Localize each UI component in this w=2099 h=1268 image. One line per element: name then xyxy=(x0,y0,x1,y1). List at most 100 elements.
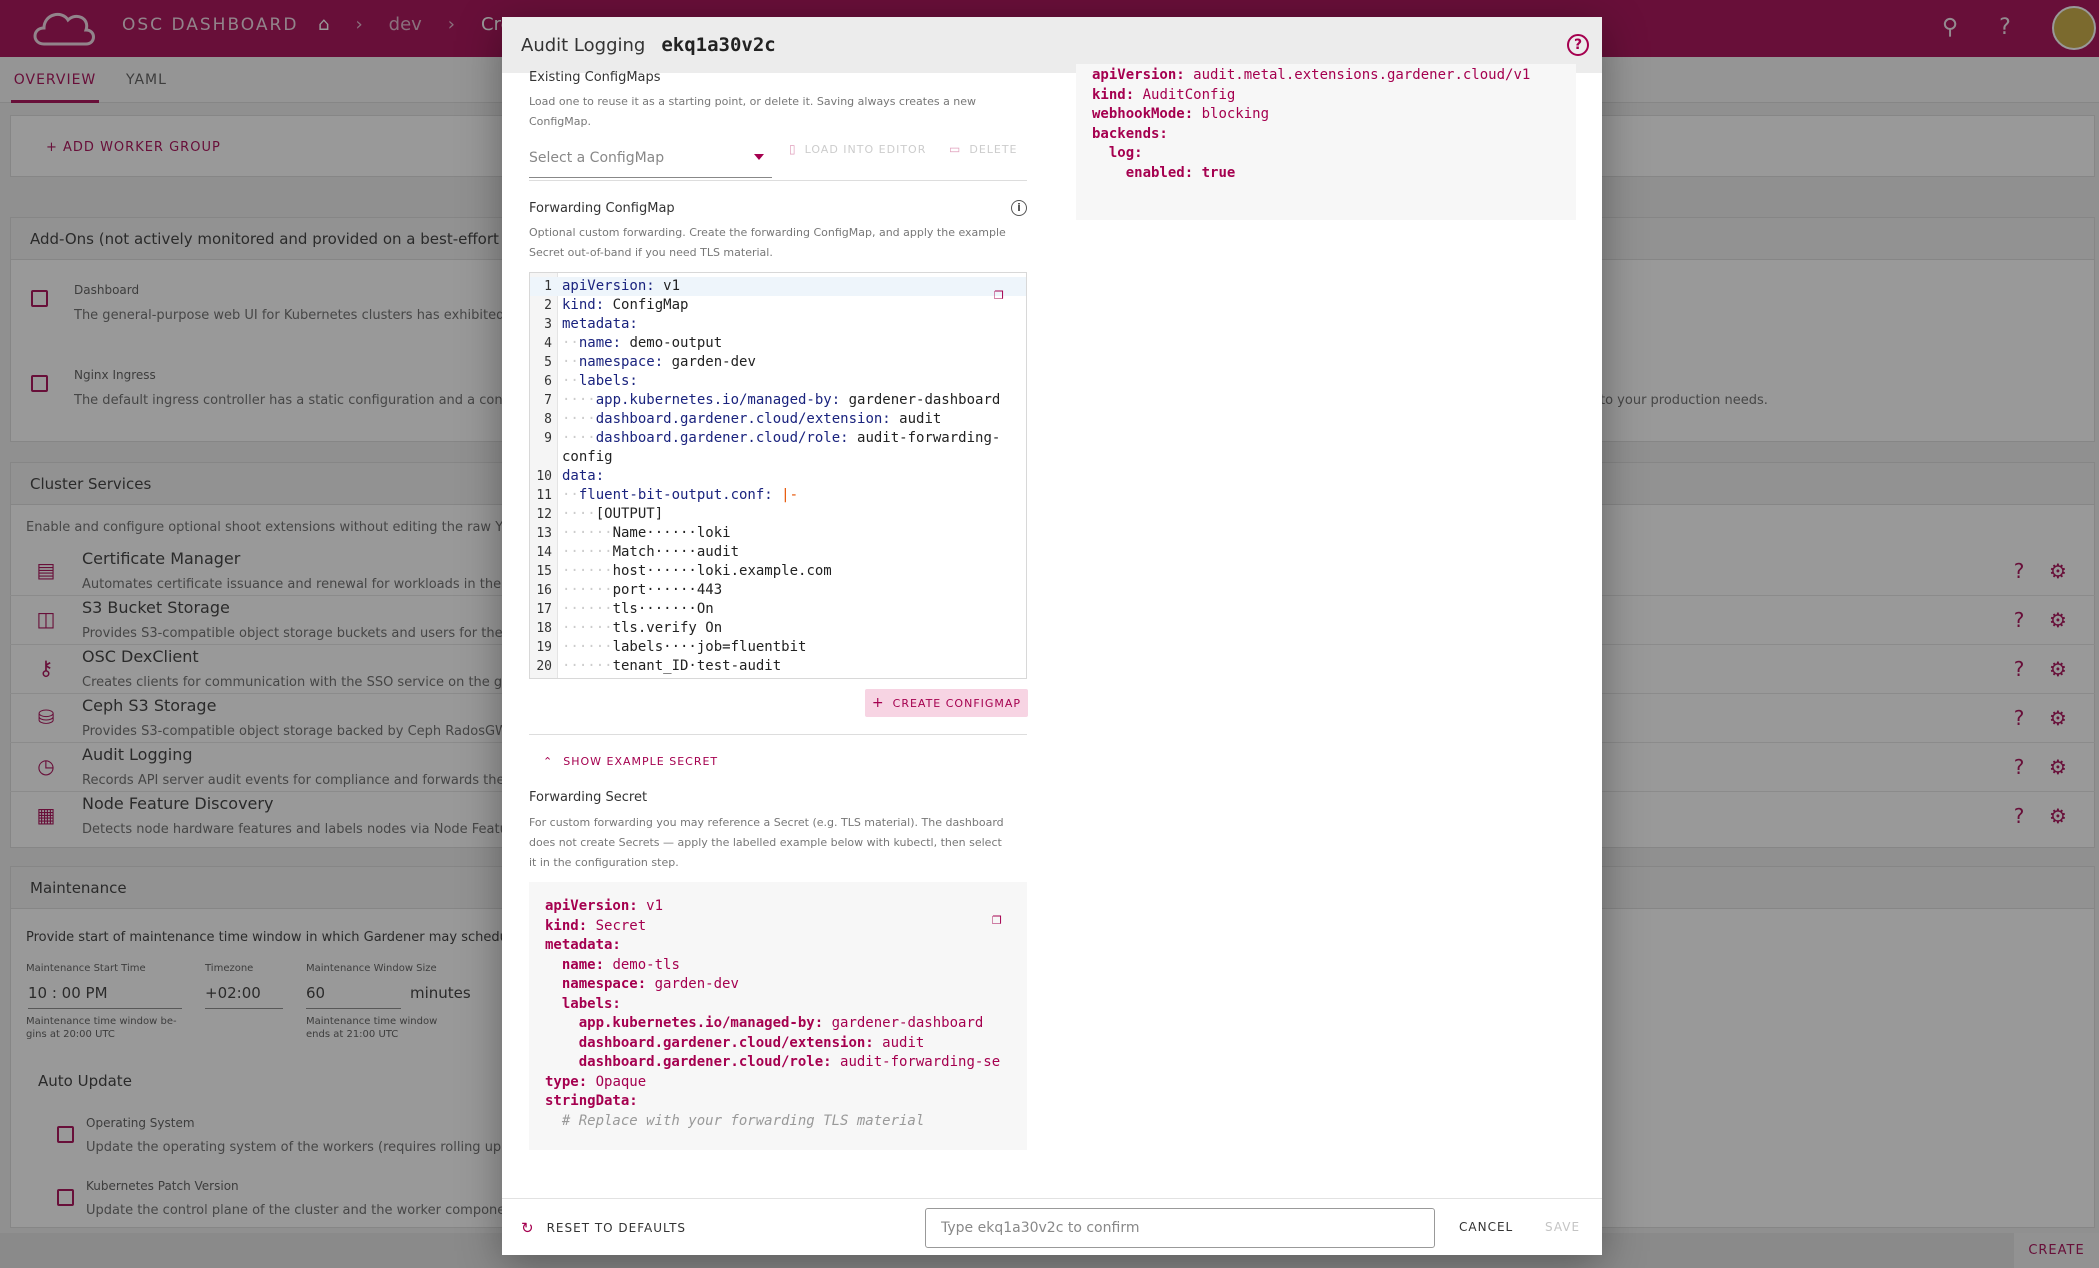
editor-line[interactable]: 11 ··fluent-bit-output.conf: |- xyxy=(530,486,1026,505)
editor-line[interactable]: 8 ····dashboard.gardener.cloud/extension:… xyxy=(530,410,1026,429)
yaml-value: audit xyxy=(890,411,942,427)
code-text: ··fluent-bit-output.conf: |- xyxy=(562,486,798,505)
save-button[interactable]: SAVE xyxy=(1545,1220,1580,1234)
editor-line[interactable]: 9 ····dashboard.gardener.cloud/role: audi… xyxy=(530,429,1026,448)
configmap-select[interactable]: Select a ConfigMap xyxy=(529,138,772,178)
line-number: 4 xyxy=(544,336,552,351)
indent-guide: ······ xyxy=(562,658,613,674)
show-example-secret-toggle[interactable]: ⌃ SHOW EXAMPLE SECRET xyxy=(543,755,718,768)
editor-line[interactable]: 2 kind: ConfigMap xyxy=(530,296,1026,315)
plus-icon: + xyxy=(871,695,885,711)
create-configmap-label: CREATE CONFIGMAP xyxy=(892,696,1022,710)
configmap-select-placeholder: Select a ConfigMap xyxy=(529,150,665,166)
yaml-key: type: xyxy=(545,1073,588,1090)
editor-line[interactable]: 16 ······port······443 xyxy=(530,581,1026,600)
indent-guide: ······ xyxy=(562,544,613,560)
existing-configmaps-hint: Load one to reuse it as a starting point… xyxy=(529,95,977,128)
line-number: 8 xyxy=(544,412,552,427)
indent-guide: ······ xyxy=(562,601,613,617)
code-line: metadata: xyxy=(545,936,621,955)
yaml-value: true xyxy=(1193,164,1236,181)
line-number: 10 xyxy=(536,469,552,484)
line-number: 11 xyxy=(536,488,552,503)
line-number: 2 xyxy=(544,298,552,313)
cancel-button[interactable]: CANCEL xyxy=(1459,1220,1513,1234)
editor-line[interactable]: 19 ······labels····job=fluentbit xyxy=(530,638,1026,657)
line-number: 15 xyxy=(536,564,552,579)
editor-line[interactable]: 10 data: xyxy=(530,467,1026,486)
show-example-secret-label: SHOW EXAMPLE SECRET xyxy=(563,755,719,768)
yaml-key: name: xyxy=(561,956,605,973)
editor-line[interactable]: 15 ······host······loki.example.com xyxy=(530,562,1026,581)
help-icon[interactable]: ? xyxy=(1567,34,1589,56)
load-into-editor-button[interactable]: ▯ LOAD INTO EDITOR xyxy=(789,142,926,156)
editor-line[interactable]: 13 ······Name······loki xyxy=(530,524,1026,543)
code-text: apiVersion: v1 xyxy=(562,277,680,296)
code-text: ····dashboard.gardener.cloud/role: audit… xyxy=(562,429,1000,448)
editor-line[interactable]: 6 ··labels: xyxy=(530,372,1026,391)
delete-configmap-button[interactable]: ▭ DELETE xyxy=(949,142,1018,156)
indent-guide: ······ xyxy=(562,582,613,598)
code-line: app.kubernetes.io/managed-by: gardener-d… xyxy=(545,1014,984,1033)
yaml-value: tenant_ID·test-audit xyxy=(612,658,782,674)
yaml-value: demo-output xyxy=(621,335,723,351)
create-configmap-button[interactable]: + CREATE CONFIGMAP xyxy=(865,689,1028,717)
yaml-value: |- xyxy=(772,487,799,503)
yaml-key: data: xyxy=(562,468,605,484)
confirm-input[interactable] xyxy=(925,1208,1435,1248)
code-text: metadata: xyxy=(562,315,638,334)
info-icon[interactable]: i xyxy=(1011,200,1027,216)
dialog-title: Audit Logging xyxy=(521,34,646,56)
editor-line[interactable]: 14 ······Match·····audit xyxy=(530,543,1026,562)
forwarding-configmap-label: Forwarding ConfigMap xyxy=(529,201,675,216)
yaml-value: [OUTPUT] xyxy=(595,506,664,522)
code-line: backends: xyxy=(1092,125,1168,144)
yaml-value: garden-dev xyxy=(663,354,756,370)
editor-line[interactable]: 3 metadata: xyxy=(530,315,1026,334)
indent-guide: ······ xyxy=(562,620,613,636)
line-number: 7 xyxy=(544,393,552,408)
configmap-editor[interactable]: 1 apiVersion: v1 2 kind: ConfigMap 3 metadata… xyxy=(529,272,1027,679)
yaml-key: app.kubernetes.io/managed-by: xyxy=(595,392,841,408)
editor-line[interactable]: 18 ······tls.verify On xyxy=(530,619,1026,638)
copy-icon[interactable]: ❐ xyxy=(992,910,1008,928)
editor-line[interactable]: 1 apiVersion: v1 xyxy=(530,277,1026,296)
code-text: ······port······443 xyxy=(562,581,722,600)
code-text: ······labels····job=fluentbit xyxy=(562,638,806,657)
yaml-value: host······loki.example.com xyxy=(612,563,832,579)
forwarding-configmap-hint: Optional custom forwarding. Create the f… xyxy=(529,226,1006,259)
code-text: ··labels: xyxy=(562,372,638,391)
code-text: ······tls·······On xyxy=(562,600,714,619)
yaml-value: Opaque xyxy=(587,1073,647,1090)
yaml-value: v1 xyxy=(654,278,681,294)
yaml-value: ConfigMap xyxy=(604,297,689,313)
code-line: kind: Secret xyxy=(545,917,646,936)
code-line: # Replace with your forwarding TLS mater… xyxy=(545,1112,924,1131)
code-line: kind: AuditConfig xyxy=(1092,86,1235,105)
editor-line[interactable]: 17 ······tls·······On xyxy=(530,600,1026,619)
yaml-key: metadata: xyxy=(545,937,621,953)
yaml-key: kind: xyxy=(545,917,588,934)
code-text: ······Match·····audit xyxy=(562,543,739,562)
load-into-editor-label: LOAD INTO EDITOR xyxy=(804,142,927,156)
editor-line[interactable]: 12 ····[OUTPUT] xyxy=(530,505,1026,524)
yaml-value: v1 xyxy=(637,898,664,914)
yaml-key: kind: xyxy=(1092,86,1135,103)
editor-line[interactable]: 7 ····app.kubernetes.io/managed-by: garde… xyxy=(530,391,1026,410)
editor-line[interactable]: 5 ··namespace: garden-dev xyxy=(530,353,1026,372)
editor-line[interactable]: 4 ··name: demo-output xyxy=(530,334,1026,353)
yaml-comment: # Replace with your forwarding TLS mater… xyxy=(561,1112,925,1129)
editor-line[interactable]: config xyxy=(530,448,1026,467)
editor-line[interactable]: 20 ······tenant_ID·test-audit xyxy=(530,657,1026,676)
copy-icon[interactable]: ❐ xyxy=(994,285,1010,303)
yaml-key: dashboard.gardener.cloud/extension: xyxy=(578,1034,874,1051)
reset-to-defaults-button[interactable]: ↻ RESET TO DEFAULTS xyxy=(521,1219,686,1237)
yaml-key: stringData: xyxy=(545,1093,638,1109)
reset-icon: ↻ xyxy=(521,1219,535,1237)
line-number: 13 xyxy=(536,526,552,541)
yaml-value: demo-tls xyxy=(604,956,680,973)
